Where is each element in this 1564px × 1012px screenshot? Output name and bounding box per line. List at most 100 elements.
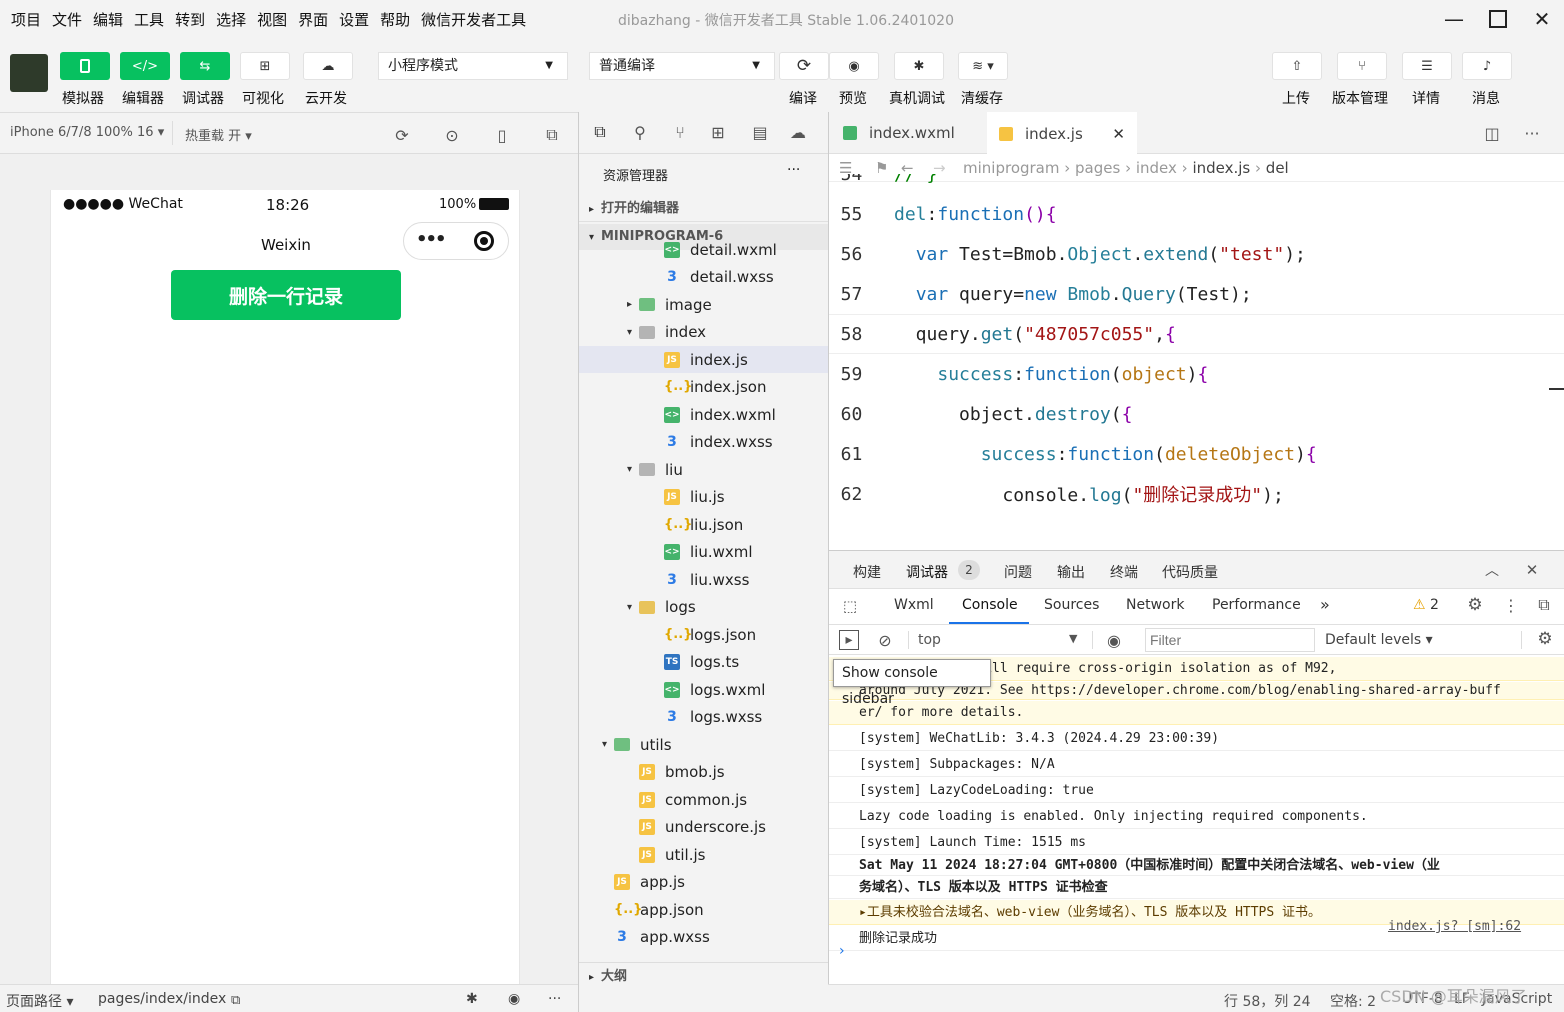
- code-line[interactable]: 59 success:function(object){: [829, 354, 1564, 394]
- sidebar-toggle-icon[interactable]: ▸: [839, 630, 859, 650]
- gear-icon[interactable]: ⚙: [1465, 595, 1485, 615]
- tab-output[interactable]: 输出: [1057, 562, 1085, 582]
- editor-button[interactable]: </>: [120, 52, 170, 80]
- menu-item[interactable]: 项目: [11, 9, 41, 30]
- more-icon[interactable]: ···: [787, 162, 800, 178]
- tab-debugger[interactable]: 调试器: [906, 562, 948, 582]
- close-icon[interactable]: ✕: [1523, 561, 1541, 579]
- phone-icon[interactable]: ▯: [492, 125, 512, 145]
- more-icon[interactable]: ···: [548, 991, 561, 1007]
- tree-item[interactable]: <> liu.wxml: [579, 539, 829, 566]
- open-editors-header[interactable]: ▸ 打开的编辑器: [579, 196, 829, 222]
- tree-item[interactable]: {..} app.json: [579, 896, 829, 923]
- tab-index-js[interactable]: index.js ✕: [987, 112, 1137, 154]
- tree-item[interactable]: ▾ index: [579, 319, 829, 346]
- clear-cache-button[interactable]: ≋ ▾: [958, 52, 1008, 80]
- more-icon[interactable]: ···: [1521, 124, 1543, 143]
- menu-item[interactable]: 微信开发者工具: [421, 9, 526, 30]
- menu-item[interactable]: 设置: [339, 9, 369, 30]
- page-path-label[interactable]: 页面路径 ▾: [6, 991, 73, 1011]
- kebab-icon[interactable]: ⋮: [1501, 595, 1521, 615]
- stop-icon[interactable]: ⊙: [442, 125, 462, 145]
- code-line[interactable]: 58 query.get("487057c055",{: [829, 314, 1564, 354]
- gear-icon[interactable]: ⚙: [1535, 629, 1555, 649]
- preview-button[interactable]: ◉: [829, 52, 879, 80]
- rotate-icon[interactable]: ⟳: [392, 125, 412, 145]
- warning-icon[interactable]: ⚠ 2: [1413, 597, 1439, 613]
- code-line[interactable]: 57 var query=new Bmob.Query(Test);: [829, 274, 1564, 314]
- copy-icon[interactable]: ⧉: [231, 993, 240, 1008]
- tab-performance[interactable]: Performance: [1212, 597, 1301, 613]
- files-icon[interactable]: ⧉: [591, 122, 609, 141]
- compile-button[interactable]: ⟳: [779, 52, 829, 80]
- simulator-button[interactable]: [60, 52, 110, 80]
- popout-icon[interactable]: ⧉: [542, 125, 562, 145]
- tab-wxml[interactable]: Wxml: [894, 597, 934, 613]
- layout-icon[interactable]: ▤: [751, 123, 769, 142]
- eye-icon[interactable]: ◉: [1103, 630, 1125, 650]
- tree-item[interactable]: 3 detail.wxss: [579, 264, 829, 291]
- hot-reload-select[interactable]: 热重载 开 ▾: [185, 125, 252, 144]
- tab-console[interactable]: Console: [962, 597, 1018, 613]
- minimize-icon[interactable]: —: [1440, 6, 1468, 32]
- menu-item[interactable]: 文件: [52, 9, 82, 30]
- bug-icon[interactable]: ✱: [466, 991, 478, 1007]
- inspect-icon[interactable]: ⬚: [841, 597, 859, 615]
- delete-row-button[interactable]: 删除一行记录: [171, 270, 401, 320]
- version-button[interactable]: ⑂: [1337, 52, 1387, 80]
- more-icon[interactable]: •••: [416, 229, 446, 250]
- tab-network[interactable]: Network: [1126, 597, 1184, 613]
- tree-item[interactable]: 3 liu.wxss: [579, 566, 829, 593]
- tree-item[interactable]: {..} logs.json: [579, 621, 829, 648]
- cloud-icon[interactable]: ☁: [789, 123, 807, 142]
- eye-icon[interactable]: ◉: [508, 991, 520, 1007]
- mode-select[interactable]: 小程序模式 ▼: [378, 52, 568, 80]
- dock-icon[interactable]: ⧉: [1533, 595, 1555, 615]
- menu-item[interactable]: 工具: [134, 9, 164, 30]
- git-icon[interactable]: ⑂: [671, 123, 689, 142]
- avatar[interactable]: [10, 54, 48, 92]
- tree-item[interactable]: TS logs.ts: [579, 649, 829, 676]
- tree-item[interactable]: JS app.js: [579, 869, 829, 896]
- code-line[interactable]: 55 del:function(){: [829, 194, 1564, 234]
- tree-item[interactable]: ▸ image: [579, 291, 829, 318]
- menu-item[interactable]: 转到: [175, 9, 205, 30]
- tree-item[interactable]: ▾ utils: [579, 731, 829, 758]
- tree-item[interactable]: JS util.js: [579, 841, 829, 868]
- tree-item[interactable]: {..} index.json: [579, 374, 829, 401]
- tab-index-wxml[interactable]: index.wxml: [843, 112, 955, 154]
- code-line[interactable]: 54 // }: [829, 174, 1564, 194]
- code-line[interactable]: 60 object.destroy({: [829, 394, 1564, 434]
- device-select[interactable]: iPhone 6/7/8 100% 16 ▾: [10, 125, 164, 140]
- more-tabs-icon[interactable]: »: [1320, 595, 1330, 614]
- tree-item[interactable]: {..} liu.json: [579, 511, 829, 538]
- tree-item[interactable]: JS underscore.js: [579, 814, 829, 841]
- tree-item[interactable]: JS liu.js: [579, 484, 829, 511]
- upload-button[interactable]: ⇧: [1272, 52, 1322, 80]
- tree-item[interactable]: 3 logs.wxss: [579, 704, 829, 731]
- close-circle-icon[interactable]: [474, 231, 494, 251]
- details-button[interactable]: ☰: [1402, 52, 1452, 80]
- tree-item[interactable]: <> logs.wxml: [579, 676, 829, 703]
- log-levels-select[interactable]: Default levels ▾: [1325, 632, 1433, 648]
- tree-item[interactable]: JS bmob.js: [579, 759, 829, 786]
- indent-spaces[interactable]: 空格: 2: [1330, 991, 1376, 1011]
- menu-item[interactable]: 编辑: [93, 9, 123, 30]
- chevron-up-icon[interactable]: ︿: [1483, 561, 1501, 579]
- menu-item[interactable]: 选择: [216, 9, 246, 30]
- filter-input[interactable]: [1145, 628, 1315, 652]
- tree-item[interactable]: 3 app.wxss: [579, 924, 829, 951]
- tree-item[interactable]: <> index.wxml: [579, 401, 829, 428]
- code-line[interactable]: 62 console.log("删除记录成功");: [829, 474, 1564, 514]
- split-editor-icon[interactable]: ◫: [1483, 124, 1501, 143]
- compile-select[interactable]: 普通编译 ▼: [589, 52, 775, 80]
- tab-code-quality[interactable]: 代码质量: [1162, 562, 1218, 582]
- tree-item[interactable]: ▾ logs: [579, 594, 829, 621]
- tab-problems[interactable]: 问题: [1004, 562, 1032, 582]
- clear-icon[interactable]: ⊘: [875, 630, 895, 650]
- code-line[interactable]: 56 var Test=Bmob.Object.extend("test");: [829, 234, 1564, 274]
- menu-item[interactable]: 视图: [257, 9, 287, 30]
- tree-item[interactable]: ▾ liu: [579, 456, 829, 483]
- messages-button[interactable]: ♪: [1462, 52, 1512, 80]
- menu-item[interactable]: 帮助: [380, 9, 410, 30]
